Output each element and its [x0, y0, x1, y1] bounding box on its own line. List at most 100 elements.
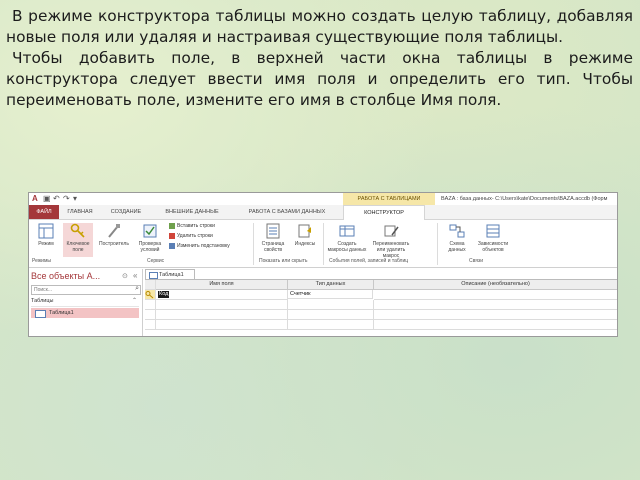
navigation-pane: Все объекты А... ⊙ « Поиск... ⌕ Таблицы …: [29, 269, 143, 336]
cell-data-type[interactable]: [288, 310, 374, 320]
delete-rows-button[interactable]: Удалить строки: [169, 232, 213, 240]
ribbon-separator: [437, 223, 438, 265]
insert-rows-icon: [169, 222, 175, 229]
cell-data-type[interactable]: Счетчик: [288, 290, 373, 299]
test-rules-button[interactable]: Проверка условий: [133, 223, 167, 257]
view-button[interactable]: Режим: [31, 223, 61, 257]
relationships-icon: [449, 224, 465, 238]
view-label: Режим: [38, 241, 54, 247]
tab-file[interactable]: ФАЙЛ: [29, 205, 59, 219]
property-sheet-label: Страница свойств: [261, 241, 285, 253]
cell-field-name[interactable]: Код: [156, 290, 288, 300]
field-name-value[interactable]: Код: [158, 291, 170, 298]
access-logo-icon: A: [32, 194, 38, 203]
tab-create[interactable]: СОЗДАНИЕ: [101, 205, 151, 219]
object-dependencies-label: Зависимости объектов: [477, 241, 509, 253]
tab-home[interactable]: ГЛАВНАЯ: [61, 205, 99, 219]
ribbon: Режим Ключевое поле Построитель Проверка…: [29, 220, 617, 268]
object-dependencies-button[interactable]: Зависимости объектов: [475, 223, 511, 257]
redo-icon[interactable]: ↷: [63, 194, 70, 203]
cell-field-name[interactable]: [156, 310, 288, 320]
builder-button[interactable]: Построитель: [97, 223, 131, 257]
window-title: BAZA : база данных- C:\Users\kate\Docume…: [441, 196, 608, 202]
slide-text: В режиме конструктора таблицы можно созд…: [6, 6, 633, 111]
row-selector[interactable]: [145, 310, 156, 320]
delete-rows-label: Удалить строки: [177, 233, 213, 239]
create-data-macros-button[interactable]: Создать макросы данных: [327, 223, 367, 257]
group-label-views: Режимы: [32, 258, 52, 264]
test-rules-label: Проверка условий: [138, 241, 162, 253]
cell-data-type[interactable]: [288, 320, 374, 330]
column-header-data-type: Тип данных: [288, 280, 374, 290]
save-icon[interactable]: ▣: [43, 194, 51, 203]
column-header-field-name: Имя поля: [156, 280, 288, 290]
row-selector-primary-key[interactable]: [145, 290, 156, 300]
group-label-tools: Сервис: [147, 258, 165, 264]
rename-delete-macro-button[interactable]: Переименовать или удалить макрос: [369, 223, 413, 259]
delete-rows-icon: [169, 232, 175, 239]
insert-rows-button[interactable]: Вставить строки: [169, 222, 215, 230]
nav-pane-title[interactable]: Все объекты А...: [31, 271, 100, 281]
chevron-down-icon[interactable]: ⊙: [122, 272, 128, 280]
column-header-description: Описание (необязательно): [374, 280, 617, 290]
data-macros-icon: [339, 225, 355, 237]
group-label-relationships: Связи: [469, 258, 484, 264]
change-lookup-label: Изменить подстановку: [177, 243, 230, 249]
grid-corner: [145, 280, 156, 290]
relationships-button[interactable]: Схема данных: [441, 223, 473, 257]
nav-section-tables[interactable]: Таблицы ⌃: [31, 297, 139, 307]
rename-macro-icon: [384, 225, 399, 237]
table-icon: [149, 272, 158, 279]
collapse-icon: ⌃: [131, 298, 137, 304]
tab-design[interactable]: КОНСТРУКТОР: [343, 205, 425, 220]
indexes-button[interactable]: Индексы: [291, 223, 319, 257]
tab-external-data[interactable]: ВНЕШНИЕ ДАННЫЕ: [153, 205, 231, 219]
ribbon-tabs: ФАЙЛ ГЛАВНАЯ СОЗДАНИЕ ВНЕШНИЕ ДАННЫЕ РАБ…: [29, 205, 617, 220]
change-lookup-button[interactable]: Изменить подстановку: [169, 242, 230, 250]
property-sheet-button[interactable]: Страница свойств: [257, 223, 289, 257]
cell-description[interactable]: [374, 290, 617, 300]
cell-data-type[interactable]: [288, 300, 374, 310]
cell-description[interactable]: [374, 300, 617, 310]
nav-section-label: Таблицы: [31, 298, 54, 304]
cell-description[interactable]: [374, 320, 617, 330]
customize-quick-access-icon[interactable]: ▾: [73, 194, 77, 203]
primary-key-icon: [145, 291, 154, 299]
insert-rows-label: Вставить строки: [177, 223, 215, 229]
test-rules-icon: [143, 224, 157, 238]
builder-icon: [108, 224, 120, 238]
table-icon: [35, 310, 46, 318]
table-design-grid: Имя поля Тип данных Описание (необязател…: [145, 279, 617, 336]
group-label-show-hide: Показать или скрыть: [259, 258, 308, 264]
key-icon: [70, 223, 85, 238]
title-bar: A ▣ ↶ ↷ ▾ РАБОТА С ТАБЛИЦАМИ BAZA : база…: [29, 193, 617, 206]
paragraph-2: Чтобы добавить поле, в верхней части окн…: [6, 49, 633, 109]
ribbon-separator: [253, 223, 254, 265]
nav-item-table1[interactable]: Таблица1: [31, 308, 139, 318]
builder-label: Построитель: [99, 241, 129, 247]
dependencies-icon: [486, 224, 500, 238]
rename-delete-macro-label: Переименовать или удалить макрос: [372, 241, 410, 259]
cell-description[interactable]: [374, 310, 617, 320]
change-lookup-icon: [169, 242, 175, 249]
key-field-label: Ключевое поле: [66, 241, 90, 253]
cell-field-name[interactable]: [156, 300, 288, 310]
tab-database-tools[interactable]: РАБОТА С БАЗАМИ ДАННЫХ: [233, 205, 341, 219]
property-sheet-icon: [266, 223, 280, 239]
paragraph-1: В режиме конструктора таблицы можно созд…: [6, 7, 633, 46]
shutter-bar-close-icon[interactable]: «: [133, 271, 137, 280]
key-field-button[interactable]: Ключевое поле: [63, 223, 93, 257]
view-icon: [38, 223, 54, 239]
indexes-label: Индексы: [294, 241, 316, 247]
search-placeholder: Поиск...: [34, 287, 53, 293]
cell-field-name[interactable]: [156, 320, 288, 330]
relationships-label: Схема данных: [448, 241, 466, 253]
access-window: A ▣ ↶ ↷ ▾ РАБОТА С ТАБЛИЦАМИ BAZA : база…: [28, 192, 618, 337]
row-selector[interactable]: [145, 320, 156, 330]
search-icon[interactable]: ⌕: [135, 285, 139, 293]
nav-search-input[interactable]: Поиск... ⌕: [31, 285, 141, 295]
undo-icon[interactable]: ↶: [53, 194, 60, 203]
row-selector[interactable]: [145, 300, 156, 310]
group-label-events: События полей, записей и таблиц: [329, 258, 409, 264]
create-data-macros-label: Создать макросы данных: [327, 241, 367, 253]
